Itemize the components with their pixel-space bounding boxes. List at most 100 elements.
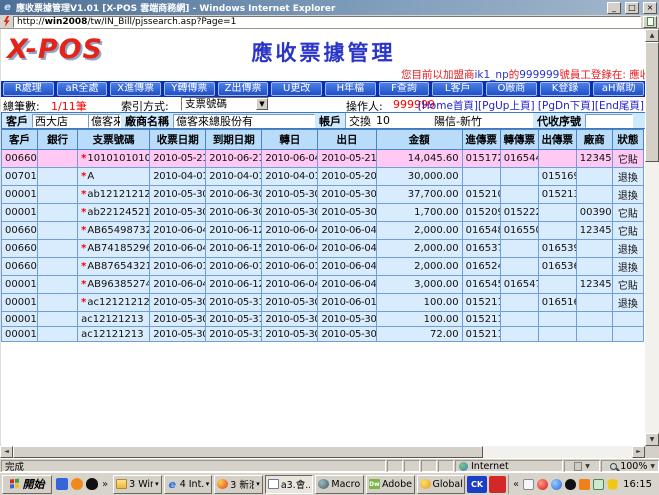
table-row[interactable]: 000010*AB963852742010-06-042010-06-12201…: [2, 276, 644, 294]
customer-code-input[interactable]: 西大店: [32, 114, 88, 128]
login-button[interactable]: K登錄: [540, 82, 591, 96]
taskbar-button[interactable]: a3.會...: [265, 475, 314, 494]
scroll-left-icon[interactable]: ◄: [0, 446, 13, 458]
ck-app-icon[interactable]: CK: [467, 476, 487, 493]
qq-tray-icon[interactable]: [565, 479, 576, 490]
desktop-icon[interactable]: [56, 478, 68, 490]
table-row[interactable]: 006601*AB654987322010-06-042010-06-12201…: [2, 222, 644, 240]
col-header-due_date[interactable]: 到期日期: [206, 130, 262, 150]
taskbar-button[interactable]: DwAdobe ...: [366, 475, 415, 494]
table-row[interactable]: 000010*ab221245212010-05-302010-06-30201…: [2, 204, 644, 222]
account-field[interactable]: 交換 10 陽信-新竹: [345, 113, 533, 128]
help-button[interactable]: aH幫助: [593, 82, 644, 96]
col-header-check_no[interactable]: 支票號碼: [78, 130, 150, 150]
schedule-tray-icon[interactable]: [593, 479, 604, 490]
shield-tray-icon[interactable]: [607, 479, 618, 490]
col-header-bank[interactable]: 銀行: [38, 130, 78, 150]
horizontal-scrollbar[interactable]: ◄ ►: [0, 446, 645, 458]
col-header-amount[interactable]: 金額: [376, 130, 462, 150]
close-button[interactable]: ×: [643, 2, 657, 14]
out-voucher-button[interactable]: Z出傳票: [218, 82, 269, 96]
maximize-button[interactable]: □: [625, 2, 639, 14]
minimize-button[interactable]: _: [607, 2, 621, 14]
cell-check_no: ac12121213: [78, 312, 150, 327]
chevron-down-icon[interactable]: ▼: [650, 463, 655, 470]
vendor-button[interactable]: O廠商: [486, 82, 537, 96]
table-row[interactable]: 006603*10101010102010-05-212010-06-21201…: [2, 150, 644, 168]
col-header-transfer_voucher[interactable]: 轉傳票: [500, 130, 538, 150]
col-header-receive_date[interactable]: 收票日期: [150, 130, 206, 150]
overflow-chevron-icon[interactable]: »: [101, 479, 109, 490]
horizontal-scroll-thumb[interactable]: [13, 446, 483, 458]
col-header-status[interactable]: 狀態: [612, 130, 643, 150]
transfer-voucher-button[interactable]: Y轉傳票: [164, 82, 215, 96]
cell-transfer_date: 2010-05-30: [262, 294, 318, 312]
collect-serial-input[interactable]: [585, 114, 633, 128]
table-row[interactable]: 000010ac121212132010-05-302010-05-312010…: [2, 312, 644, 327]
chevron-down-icon[interactable]: ▾: [256, 480, 260, 488]
modify-button[interactable]: U更改: [271, 82, 322, 96]
star-marker: *: [81, 189, 86, 200]
chevron-down-icon[interactable]: ▾: [206, 480, 210, 488]
chevron-down-icon[interactable]: ▾: [155, 480, 159, 488]
globalfind-icon: [420, 479, 431, 489]
table-row[interactable]: 000010*ac121212122010-05-302010-05-31201…: [2, 294, 644, 312]
table-row[interactable]: 006601*AB876543212010-06-012010-06-01201…: [2, 258, 644, 276]
query-button[interactable]: F查詢: [379, 82, 430, 96]
nav-end-link[interactable]: [End尾頁]: [595, 100, 644, 112]
index-mode-select[interactable]: 支票號碼▼: [181, 97, 269, 111]
scroll-down-icon[interactable]: ▼: [645, 433, 659, 446]
table-row[interactable]: 006601*AB741852962010-06-042010-06-15201…: [2, 240, 644, 258]
taskbar-button[interactable]: 3 新浪UC▾: [214, 475, 263, 494]
process-button[interactable]: R處理: [3, 82, 54, 96]
red-tray-icon[interactable]: [537, 479, 548, 490]
customer-name-input[interactable]: 億客來: [88, 114, 121, 128]
col-header-vendor[interactable]: 廠商: [576, 130, 612, 150]
scroll-right-icon[interactable]: ►: [632, 446, 645, 458]
col-header-out_voucher[interactable]: 出傳票: [538, 130, 576, 150]
cell-bank: [38, 276, 78, 294]
red-app-icon[interactable]: [489, 476, 506, 493]
taskbar-button[interactable]: 3 Win...▾: [113, 475, 162, 494]
nav-pgdn-link[interactable]: [PgDn下頁]: [538, 100, 595, 112]
cell-out_date: 2010-05-30: [318, 186, 376, 204]
start-button[interactable]: 開始: [2, 475, 52, 494]
vertical-scroll-thumb[interactable]: [645, 42, 659, 162]
table-row[interactable]: 007013*A2010-04-012010-04-012010-04-0120…: [2, 168, 644, 186]
browser-quicklaunch-icon[interactable]: [71, 478, 83, 490]
col-header-transfer_date[interactable]: 轉日: [262, 130, 318, 150]
go-button[interactable]: [643, 16, 657, 28]
protected-mode-control[interactable]: ▼: [564, 460, 600, 472]
cell-bank: [38, 327, 78, 342]
cell-in_voucher: 015172: [462, 150, 500, 168]
cell-due_date: 2010-05-31: [206, 327, 262, 342]
scroll-up-icon[interactable]: ▲: [645, 29, 659, 42]
customer-button[interactable]: L客戶: [432, 82, 483, 96]
chevron-down-icon[interactable]: ▼: [585, 463, 590, 470]
orange-tray-icon[interactable]: [579, 479, 590, 490]
table-row[interactable]: 000010*ab121212122010-05-302010-06-30201…: [2, 186, 644, 204]
taskbar-button[interactable]: e4 Int...▾: [164, 475, 213, 494]
table-row[interactable]: 000010ac121212132010-05-302010-05-312010…: [2, 327, 644, 342]
chevron-down-icon[interactable]: ▼: [256, 98, 268, 110]
zoom-control[interactable]: 100%▼: [601, 460, 659, 472]
tray-collapse-icon[interactable]: «: [512, 479, 520, 490]
windows-flag-icon: [10, 478, 20, 489]
col-header-out_date[interactable]: 出日: [318, 130, 376, 150]
qq-icon[interactable]: [86, 478, 98, 490]
in-voucher-button[interactable]: X進傳票: [110, 82, 161, 96]
nav-home-link[interactable]: [Home首頁]: [418, 100, 478, 112]
address-input[interactable]: http://win2008/tw/IN_Bill/pjssearch.asp?…: [13, 16, 641, 28]
col-header-in_voucher[interactable]: 進傳票: [462, 130, 500, 150]
notepad-tray-icon[interactable]: [523, 479, 534, 490]
year-file-button[interactable]: H年檔: [325, 82, 376, 96]
taskbar-button[interactable]: Macrom...: [315, 475, 364, 494]
messenger-tray-icon[interactable]: [551, 479, 562, 490]
vendor-name-input[interactable]: 億客來總股份有: [173, 114, 315, 128]
vertical-scrollbar[interactable]: ▲ ▼: [645, 29, 659, 446]
col-header-customer[interactable]: 客戶: [2, 130, 38, 150]
taskbar-button[interactable]: Global...: [417, 475, 466, 494]
process-all-button[interactable]: aR全處: [57, 82, 108, 96]
nav-pgup-link[interactable]: [PgUp上頁]: [478, 100, 535, 112]
cell-amount: 30,000.00: [376, 168, 462, 186]
